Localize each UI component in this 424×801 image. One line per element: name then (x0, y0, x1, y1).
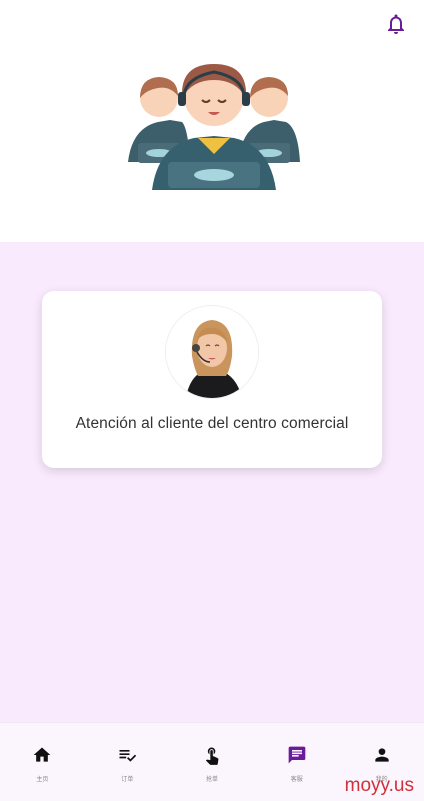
message-icon (288, 746, 306, 764)
playlist-check-icon (119, 750, 137, 762)
customer-service-card[interactable]: Atención al cliente del centro comercial (42, 291, 382, 468)
person-icon (374, 748, 389, 762)
nav-label-home: 主页 (36, 776, 49, 783)
home-icon (34, 747, 51, 762)
customer-service-illustration (128, 64, 300, 190)
nav-label-orders: 订单 (121, 776, 134, 783)
nav-label-service: 客服 (290, 776, 303, 783)
nav-item-home[interactable]: 主页 (0, 723, 85, 801)
header-area (0, 0, 424, 242)
card-label: Atención al cliente del centro comercial (75, 415, 349, 432)
nav-item-service[interactable]: 客服 (254, 723, 339, 801)
watermark: moyy.us (344, 775, 414, 796)
support-agent-photo (166, 306, 258, 398)
nav-item-orders[interactable]: 订单 (85, 723, 170, 801)
bell-icon[interactable] (384, 12, 408, 36)
touch-icon (205, 747, 219, 765)
main-panel: Atención al cliente del centro comercial (0, 242, 424, 722)
support-agent-avatar (166, 306, 258, 398)
nav-label-grab: 抢单 (205, 776, 218, 783)
nav-item-grab[interactable]: 抢单 (170, 723, 255, 801)
